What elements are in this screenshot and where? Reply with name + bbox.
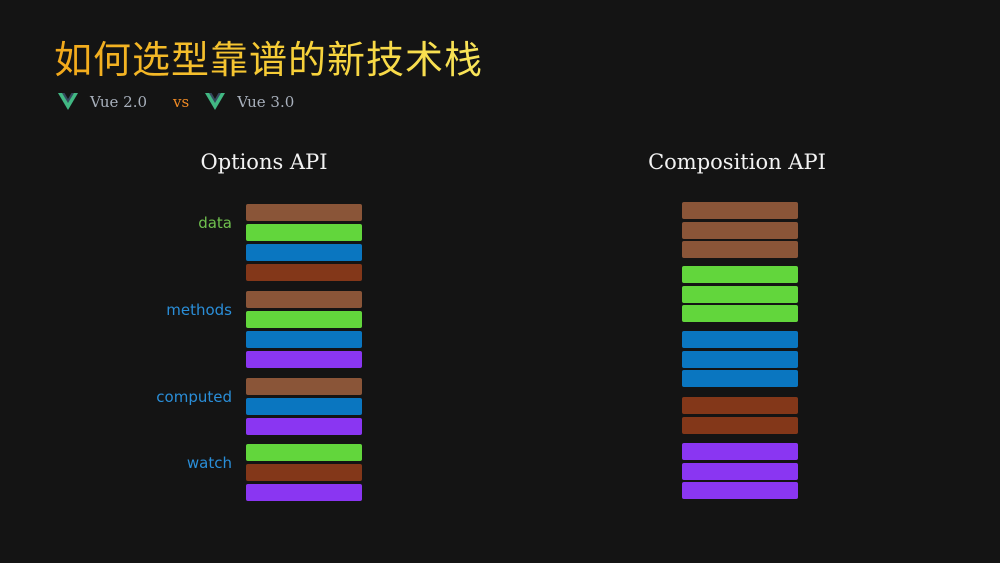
- composition-group-2-bar: [682, 285, 798, 303]
- composition-group-3-bar: [682, 370, 798, 387]
- composition-group-3-bar: [682, 350, 798, 368]
- vue-logo-icon: [58, 93, 78, 110]
- vs-label: vs: [173, 93, 190, 111]
- composition-group-5-bar: [682, 462, 798, 480]
- options-data-bar: [246, 244, 362, 261]
- options-methods-bar: [246, 291, 362, 308]
- composition-group-3-bar: [682, 331, 798, 348]
- options-computed-bar: [246, 378, 362, 395]
- options-label-data: data: [198, 214, 232, 232]
- composition-api-heading: Composition API: [648, 150, 826, 174]
- options-data-bar: [246, 224, 362, 241]
- options-computed-bar: [246, 398, 362, 415]
- options-data-bar: [246, 204, 362, 221]
- composition-group-4-bar: [682, 416, 798, 434]
- vue2-label: Vue 2.0: [90, 93, 148, 111]
- options-label-computed: computed: [156, 388, 232, 406]
- options-computed-bar: [246, 418, 362, 435]
- options-label-methods: methods: [166, 301, 232, 319]
- options-watch-bar: [246, 444, 362, 461]
- slide-title: 如何选型靠谱的新技术栈: [54, 38, 484, 82]
- options-label-watch: watch: [186, 454, 232, 472]
- options-methods-bar: [246, 331, 362, 348]
- vue-logo-icon: [205, 93, 226, 110]
- composition-group-5-bar: [682, 482, 798, 499]
- options-watch-bar: [246, 464, 362, 481]
- composition-group-1-bar: [682, 221, 798, 239]
- composition-group-1-bar: [682, 202, 798, 219]
- composition-group-2-bar: [682, 266, 798, 283]
- options-watch-bar: [246, 484, 362, 501]
- options-methods-bar: [246, 351, 362, 368]
- vue3-label: Vue 3.0: [237, 93, 295, 111]
- composition-group-4-bar: [682, 397, 798, 414]
- version-comparison: Vue 2.0 vs Vue 3.0: [58, 90, 294, 114]
- options-api-heading: Options API: [200, 150, 328, 174]
- composition-group-2-bar: [682, 305, 798, 322]
- composition-group-1-bar: [682, 241, 798, 258]
- composition-group-5-bar: [682, 443, 798, 460]
- options-methods-bar: [246, 311, 362, 328]
- options-data-bar: [246, 264, 362, 281]
